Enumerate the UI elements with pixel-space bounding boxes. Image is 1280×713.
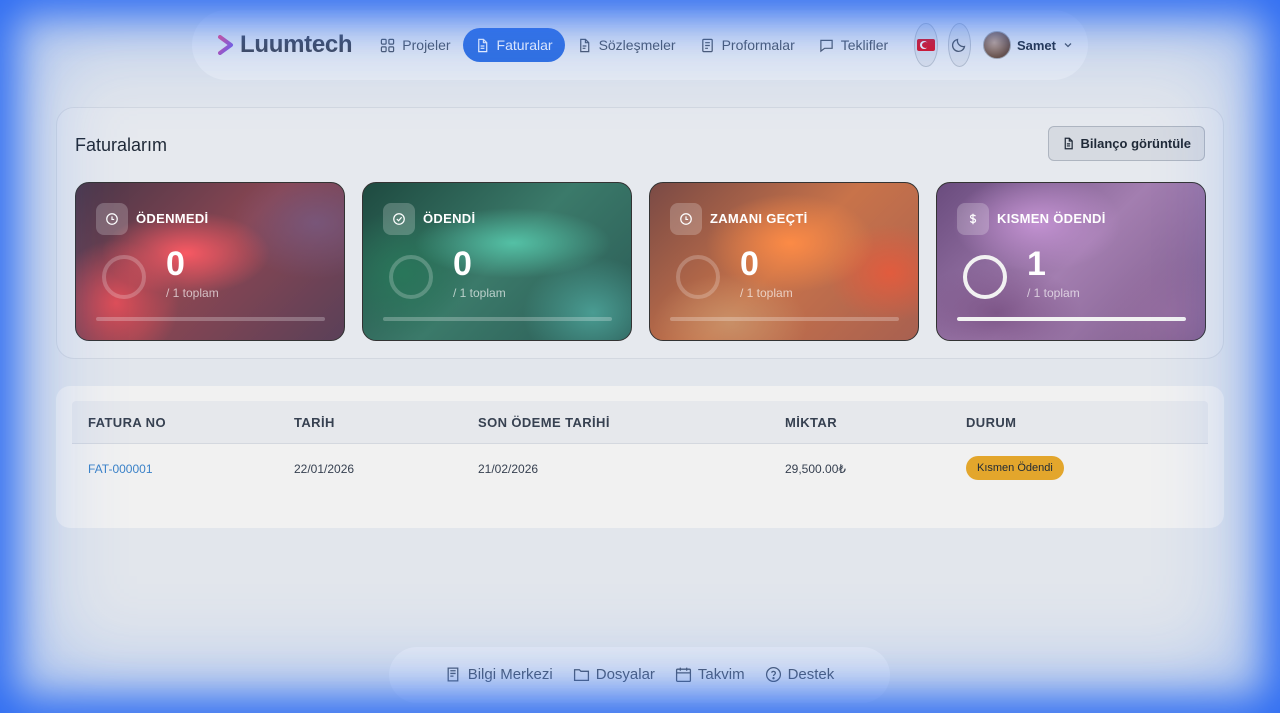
card-title: KISMEN ÖDENDİ bbox=[997, 211, 1106, 226]
column-header-amount[interactable]: MİKTAR bbox=[785, 415, 837, 430]
card-total: / 1 toplam bbox=[166, 286, 219, 300]
clock-icon bbox=[670, 203, 702, 235]
progress-ring bbox=[676, 255, 720, 299]
chevron-down-icon bbox=[1064, 43, 1072, 48]
card-count: 0 bbox=[740, 245, 759, 283]
progress-bar bbox=[96, 317, 325, 321]
language-button[interactable] bbox=[914, 23, 938, 67]
nav-item-proformalar[interactable]: Proformalar bbox=[688, 28, 807, 62]
nav-item-projeler[interactable]: Projeler bbox=[368, 28, 462, 62]
brand-logo[interactable]: Luumtech bbox=[218, 31, 353, 59]
nav-item-teklifler[interactable]: Teklifler bbox=[807, 28, 900, 62]
invoice-date: 22/01/2026 bbox=[294, 462, 355, 476]
bottom-nav-label: Dosyalar bbox=[595, 665, 655, 683]
progress-bar bbox=[670, 317, 899, 321]
bottom-nav-label: Takvim bbox=[697, 665, 745, 683]
column-header-status[interactable]: DURUM bbox=[966, 415, 1016, 430]
card-count: 1 bbox=[1027, 245, 1046, 283]
card-total: / 1 toplam bbox=[740, 286, 793, 300]
bottom-navigation: Bilgi Merkezi Dosyalar Takvim Destek bbox=[389, 647, 890, 703]
progress-ring bbox=[389, 255, 433, 299]
dollar-icon bbox=[957, 203, 989, 235]
card-total: / 1 toplam bbox=[1027, 286, 1080, 300]
invoice-no-link[interactable]: FAT-000001 bbox=[88, 462, 153, 476]
check-circle-icon bbox=[383, 203, 415, 235]
card-title: ÖDENMEDİ bbox=[136, 211, 209, 226]
card-title: ÖDENDİ bbox=[423, 211, 476, 226]
nav-item-sozlesmeler[interactable]: Sözleşmeler bbox=[565, 28, 688, 62]
brand-name: Luumtech bbox=[240, 31, 353, 58]
theme-toggle-button[interactable] bbox=[947, 23, 971, 67]
file-icon bbox=[477, 38, 487, 52]
invoices-summary-panel: Faturalarım Bilanço görüntüle ÖDENMEDİ 0… bbox=[56, 107, 1224, 359]
moon-icon bbox=[952, 38, 966, 53]
bottom-nav-support[interactable]: Destek bbox=[765, 665, 835, 683]
nav-item-faturalar[interactable]: Faturalar bbox=[462, 28, 565, 62]
balance-view-label: Bilanço görüntüle bbox=[1080, 136, 1192, 151]
file-icon bbox=[1064, 137, 1073, 150]
bottom-nav-calendar[interactable]: Takvim bbox=[675, 666, 745, 683]
logo-chevron-icon bbox=[218, 35, 233, 55]
grid-icon bbox=[381, 38, 395, 52]
nav-item-label: Projeler bbox=[402, 37, 451, 53]
status-card-paid[interactable]: ÖDENDİ 0 / 1 toplam bbox=[362, 182, 632, 341]
status-cards: ÖDENMEDİ 0 / 1 toplam ÖDENDİ 0 / 1 topla… bbox=[75, 182, 1206, 341]
progress-ring bbox=[963, 255, 1007, 299]
file-text-icon bbox=[579, 38, 589, 52]
book-icon bbox=[447, 666, 459, 682]
clock-icon bbox=[96, 203, 128, 235]
nav-item-label: Sözleşmeler bbox=[598, 37, 676, 53]
progress-ring bbox=[102, 255, 146, 299]
calendar-icon bbox=[675, 667, 691, 682]
page-title: Faturalarım bbox=[75, 135, 168, 155]
column-header-date[interactable]: TARİH bbox=[294, 415, 335, 430]
bottom-nav-label: Destek bbox=[787, 665, 835, 683]
balance-view-button[interactable]: Bilanço görüntüle bbox=[1047, 126, 1205, 161]
user-menu[interactable]: Samet bbox=[982, 31, 1074, 59]
help-circle-icon bbox=[765, 666, 781, 682]
status-card-overdue[interactable]: ZAMANI GEÇTİ 0 / 1 toplam bbox=[649, 182, 919, 341]
progress-bar bbox=[957, 317, 1186, 321]
column-header-due-date[interactable]: SON ÖDEME TARİHİ bbox=[478, 415, 610, 430]
status-card-partially-paid[interactable]: KISMEN ÖDENDİ 1 / 1 toplam bbox=[936, 182, 1206, 341]
receipt-icon bbox=[701, 38, 713, 52]
status-card-unpaid[interactable]: ÖDENMEDİ 0 / 1 toplam bbox=[75, 182, 345, 341]
nav-item-label: Teklifler bbox=[840, 37, 889, 53]
nav-item-label: Faturalar bbox=[496, 37, 553, 53]
card-count: 0 bbox=[453, 245, 472, 283]
invoice-amount: 29,500.00₺ bbox=[785, 462, 847, 476]
card-total: / 1 toplam bbox=[453, 286, 506, 300]
tr-flag-icon bbox=[916, 39, 935, 51]
bottom-nav-label: Bilgi Merkezi bbox=[467, 665, 553, 683]
column-header-invoice-no[interactable]: FATURA NO bbox=[88, 415, 166, 430]
top-navigation: Luumtech Projeler Faturalar Sözleşmeler … bbox=[192, 10, 1088, 80]
table-header: FATURA NO TARİH SON ÖDEME TARİHİ MİKTAR … bbox=[72, 401, 1208, 444]
avatar bbox=[982, 31, 1011, 59]
message-icon bbox=[820, 39, 833, 52]
status-badge: Kısmen Ödendi bbox=[966, 456, 1064, 480]
nav-item-label: Proformalar bbox=[721, 37, 795, 53]
invoice-due-date: 21/02/2026 bbox=[478, 462, 539, 476]
invoice-table: FATURA NO TARİH SON ÖDEME TARİHİ MİKTAR … bbox=[56, 386, 1224, 528]
bottom-nav-knowledge-base[interactable]: Bilgi Merkezi bbox=[445, 666, 553, 683]
progress-bar bbox=[383, 317, 612, 321]
card-count: 0 bbox=[166, 245, 185, 283]
folder-icon bbox=[573, 668, 589, 681]
user-name: Samet bbox=[1016, 37, 1056, 53]
bottom-nav-files[interactable]: Dosyalar bbox=[573, 666, 655, 683]
card-title: ZAMANI GEÇTİ bbox=[710, 211, 808, 226]
progress-bar-fill bbox=[957, 317, 1186, 321]
